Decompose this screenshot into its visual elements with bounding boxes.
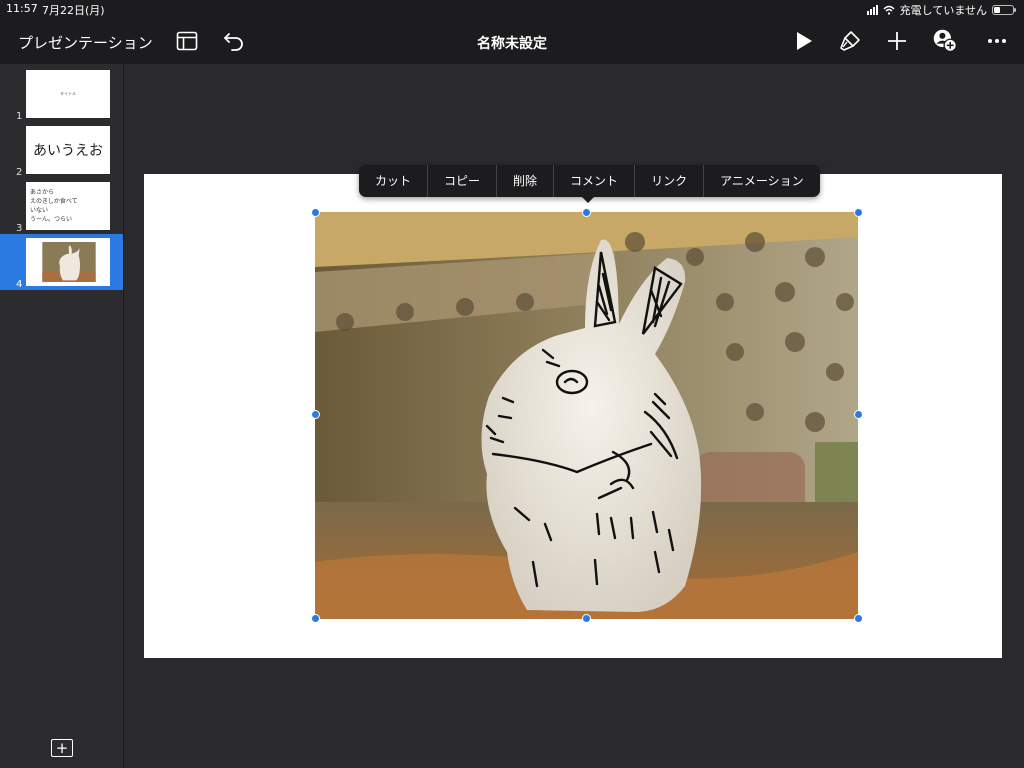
layout-icon[interactable] <box>174 28 200 54</box>
rabbit-photo-image <box>315 212 858 619</box>
slide-preview-text: タイトル <box>60 91 76 96</box>
slide-thumbnail-1[interactable]: 1 タイトル <box>0 66 123 122</box>
resize-handle-bottom[interactable] <box>582 614 591 623</box>
slide-number: 1 <box>16 111 23 122</box>
charging-status: 充電していません <box>899 4 987 17</box>
add-icon[interactable] <box>884 28 910 54</box>
slide-preview-line: あさから <box>30 189 55 196</box>
status-right: 充電していません <box>866 2 1016 18</box>
format-brush-icon[interactable] <box>837 28 863 54</box>
resize-handle-top-right[interactable] <box>854 208 863 217</box>
more-icon[interactable] <box>984 28 1010 54</box>
menu-item-link[interactable]: リンク <box>634 165 703 197</box>
wifi-icon <box>883 5 895 15</box>
resize-handle-right[interactable] <box>854 410 863 419</box>
add-slide-button[interactable]: + <box>51 739 73 757</box>
rabbit-photo-thumbnail <box>42 242 96 282</box>
collaborate-icon[interactable] <box>932 28 958 54</box>
resize-handle-bottom-left[interactable] <box>311 614 320 623</box>
slide-preview: あさから えのきしか食べて いない うーん。つらい <box>26 182 110 230</box>
slide-preview-line: うーん。つらい <box>30 216 73 223</box>
menu-item-cut[interactable]: カット <box>359 165 427 197</box>
slide-thumbnail-2[interactable]: 2 あいうえお <box>0 122 123 178</box>
status-bar: 11:57 7月22日(月) 充電していません <box>0 0 1024 18</box>
menu-item-comment[interactable]: コメント <box>553 165 634 197</box>
slide-thumbnail-3[interactable]: 3 あさから えのきしか食べて いない うーん。つらい <box>0 178 123 234</box>
status-date: 7月22日(月) <box>42 4 105 17</box>
slide-preview-line: えのきしか食べて <box>30 198 78 205</box>
resize-handle-left[interactable] <box>311 410 320 419</box>
presentations-back-button[interactable]: プレゼンテーション <box>18 32 153 53</box>
slide-preview-text: あいうえお <box>33 143 103 159</box>
battery-icon <box>992 5 1016 15</box>
signal-icon <box>866 5 878 15</box>
slide-preview: あいうえお <box>26 126 110 174</box>
menu-item-copy[interactable]: コピー <box>427 165 496 197</box>
slide-number: 3 <box>16 223 23 234</box>
rabbit-photo[interactable] <box>315 212 858 619</box>
status-time: 11:57 <box>6 2 38 15</box>
undo-icon[interactable] <box>221 28 247 54</box>
toolbar: プレゼンテーション 名称未設定 <box>0 18 1024 64</box>
context-menu: カット コピー 削除 コメント リンク アニメーション <box>359 165 820 203</box>
slide-preview <box>26 238 110 286</box>
menu-item-delete[interactable]: 削除 <box>496 165 553 197</box>
menu-item-animation[interactable]: アニメーション <box>703 165 820 197</box>
slide-navigator: 1 タイトル 2 あいうえお 3 あさから えのきしか食べて いない うーん。つ… <box>0 64 124 768</box>
resize-handle-bottom-right[interactable] <box>854 614 863 623</box>
resize-handle-top[interactable] <box>582 208 591 217</box>
play-icon[interactable] <box>791 28 817 54</box>
slide-number: 2 <box>16 167 23 178</box>
slide-preview: タイトル <box>26 70 110 118</box>
slide-thumbnail-4[interactable]: 4 <box>0 234 123 290</box>
resize-handle-top-left[interactable] <box>311 208 320 217</box>
slide-preview-line: いない <box>30 207 49 214</box>
document-title[interactable]: 名称未設定 <box>0 33 1024 53</box>
slide-number: 4 <box>16 279 23 290</box>
